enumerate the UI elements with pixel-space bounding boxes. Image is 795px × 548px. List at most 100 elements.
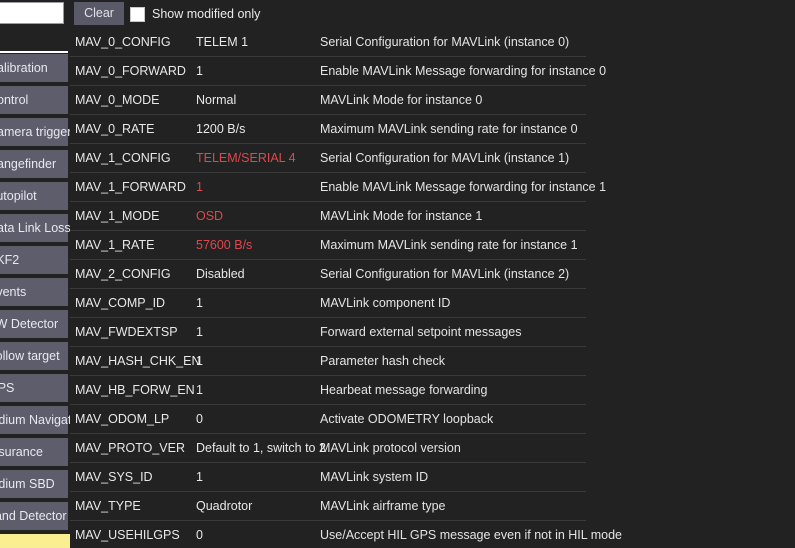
toolbar: Clear Show modified only — [0, 0, 795, 28]
param-value[interactable]: 0 — [196, 528, 203, 542]
sidebar-item-control[interactable]: Control — [0, 86, 68, 114]
clear-button[interactable]: Clear — [74, 2, 124, 25]
param-value[interactable]: 1 — [196, 470, 203, 484]
param-name: MAV_COMP_ID — [75, 296, 166, 310]
param-name: MAV_1_CONFIG — [75, 151, 171, 165]
table-row[interactable]: MAV_SYS_ID 1 MAVLink system ID — [70, 463, 586, 492]
sidebar-item-list: Calibration Control Camera trigger Rangefin… — [0, 54, 72, 534]
table-row[interactable]: MAV_0_MODE Normal MAVLink Mode for instanc… — [70, 86, 586, 115]
param-description: Maximum MAVLink sending rate for instanc… — [320, 122, 578, 136]
sidebar-item-autopilot[interactable]: Autopilot — [0, 182, 68, 210]
param-description: Serial Configuration for MAVLink (instan… — [320, 35, 570, 49]
param-name: MAV_ODOM_LP — [75, 412, 170, 426]
table-row[interactable]: MAV_USEHILGPS 0 Use/Accept HIL GPS message… — [70, 521, 622, 548]
param-value[interactable]: 1 — [196, 180, 203, 194]
status-bar — [0, 534, 72, 548]
sidebar-item-camera-trigger[interactable]: Camera trigger — [0, 118, 72, 146]
sidebar-item-label: Calibration — [0, 61, 48, 75]
param-name: MAV_PROTO_VER — [75, 441, 185, 455]
sidebar-item-fw-detector[interactable]: FW Detector — [0, 310, 68, 338]
sidebar-item-label: Iridium SBD — [0, 477, 55, 491]
table-row[interactable]: MAV_TYPE Quadrotor MAVLink airframe type — [70, 492, 586, 521]
param-value[interactable]: Quadrotor — [196, 499, 252, 513]
search-field-wrapper — [0, 2, 64, 24]
table-row[interactable]: MAV_PROTO_VER Default to 1, switch to 2 MA… — [70, 434, 586, 463]
param-description: MAVLink protocol version — [320, 441, 461, 455]
param-description: Hearbeat message forwarding — [320, 383, 488, 397]
sidebar-item-gps[interactable]: GPS — [0, 374, 68, 402]
param-value[interactable]: 1 — [196, 354, 203, 368]
param-name: MAV_1_FORWARD — [75, 180, 186, 194]
table-row[interactable]: MAV_2_CONFIG Disabled Serial Configuration… — [70, 260, 586, 289]
param-name: MAV_0_CONFIG — [75, 35, 171, 49]
param-value[interactable]: 1 — [196, 296, 203, 310]
param-name: MAV_1_MODE — [75, 209, 160, 223]
sidebar-item-label: Autopilot — [0, 189, 37, 203]
sidebar-item-label: Rangefinder — [0, 157, 57, 171]
sidebar-item-land-detector[interactable]: Land Detector — [0, 502, 68, 530]
table-row[interactable]: MAV_ODOM_LP 0 Activate ODOMETRY loopback — [70, 405, 586, 434]
param-name: MAV_2_CONFIG — [75, 267, 171, 281]
table-row[interactable]: MAV_COMP_ID 1 MAVLink component ID — [70, 289, 586, 318]
param-description: MAVLink component ID — [320, 296, 451, 310]
param-value[interactable]: 0 — [196, 412, 203, 426]
param-name: MAV_0_RATE — [75, 122, 155, 136]
table-row[interactable]: MAV_1_MODE OSD MAVLink Mode for instance 1 — [70, 202, 586, 231]
table-row[interactable]: MAV_0_FORWARD 1 Enable MAVLink Message for… — [70, 57, 606, 86]
sidebar-item-label: Land Detector — [0, 509, 67, 523]
param-description: Serial Configuration for MAVLink (instan… — [320, 267, 570, 281]
param-value[interactable]: Disabled — [196, 267, 245, 281]
param-description: MAVLink Mode for instance 1 — [320, 209, 483, 223]
param-description: Enable MAVLink Message forwarding for in… — [320, 180, 607, 194]
param-description: Activate ODOMETRY loopback — [320, 412, 494, 426]
param-name: MAV_0_MODE — [75, 93, 160, 107]
table-row[interactable]: MAV_1_RATE 57600 B/s Maximum MAVLink sendi… — [70, 231, 586, 260]
param-value[interactable]: 1200 B/s — [196, 122, 245, 136]
param-description: Maximum MAVLink sending rate for instanc… — [320, 238, 578, 252]
sidebar-item-iridium-sbd[interactable]: Iridium SBD — [0, 470, 68, 498]
sidebar-item-ekf2[interactable]: EKF2 — [0, 246, 68, 274]
param-value[interactable]: 1 — [196, 64, 203, 78]
table-row[interactable]: MAV_1_FORWARD 1 Enable MAVLink Message for… — [70, 173, 606, 202]
table-row[interactable]: MAV_0_RATE 1200 B/s Maximum MAVLink sendin… — [70, 115, 586, 144]
parameter-table[interactable]: MAV_0_CONFIG TELEM 1 Serial Configuration … — [70, 28, 795, 548]
sidebar-item-insurance[interactable]: Insurance — [0, 438, 68, 466]
show-modified-only-control[interactable]: Show modified only — [130, 0, 260, 28]
sidebar-divider — [0, 51, 68, 53]
table-row[interactable]: MAV_0_CONFIG TELEM 1 Serial Configuration … — [70, 28, 586, 57]
param-value[interactable]: TELEM/SERIAL 4 — [196, 151, 296, 165]
sidebar-item-follow-target[interactable]: Follow target — [0, 342, 68, 370]
sidebar-item-label: Events — [0, 285, 27, 299]
param-description: MAVLink Mode for instance 0 — [320, 93, 483, 107]
show-modified-only-label: Show modified only — [152, 7, 261, 21]
sidebar-item-rangefinder[interactable]: Rangefinder — [0, 150, 68, 178]
sidebar-item-calibration[interactable]: Calibration — [0, 54, 68, 82]
table-row[interactable]: MAV_HB_FORW_EN 1 Hearbeat message forwardi… — [70, 376, 586, 405]
sidebar-item-iridium-navigation[interactable]: Iridium Navigation — [0, 406, 72, 434]
param-name: MAV_FWDEXTSP — [75, 325, 178, 339]
param-description: Parameter hash check — [320, 354, 446, 368]
table-row[interactable]: MAV_1_CONFIG TELEM/SERIAL 4 Serial Configu… — [70, 144, 586, 173]
table-row[interactable]: MAV_FWDEXTSP 1 Forward external setpoint m… — [70, 318, 586, 347]
param-value[interactable]: Default to 1, switch to 2 — [196, 441, 326, 455]
table-row[interactable]: MAV_HASH_CHK_EN 1 Parameter hash check — [70, 347, 586, 376]
search-input[interactable] — [0, 2, 64, 24]
param-value[interactable]: OSD — [196, 209, 223, 223]
sidebar-item-label: Camera trigger — [0, 125, 72, 139]
sidebar-item-label: Data Link Loss — [0, 221, 71, 235]
param-value[interactable]: 1 — [196, 325, 203, 339]
sidebar-item-label: Follow target — [0, 349, 60, 363]
param-description: Forward external setpoint messages — [320, 325, 522, 339]
sidebar-item-data-link-loss[interactable]: Data Link Loss — [0, 214, 71, 242]
sidebar-item-label: GPS — [0, 381, 15, 395]
param-value[interactable]: Normal — [196, 93, 236, 107]
sidebar-item-events[interactable]: Events — [0, 278, 68, 306]
param-description: Serial Configuration for MAVLink (instan… — [320, 151, 570, 165]
param-value[interactable]: 1 — [196, 383, 203, 397]
param-value[interactable]: TELEM 1 — [196, 35, 248, 49]
param-value[interactable]: 57600 B/s — [196, 238, 252, 252]
param-name: MAV_USEHILGPS — [75, 528, 180, 542]
sidebar: Calibration Control Camera trigger Rangefin… — [0, 28, 72, 548]
show-modified-only-checkbox[interactable] — [130, 6, 145, 22]
sidebar-item-label: FW Detector — [0, 317, 59, 331]
